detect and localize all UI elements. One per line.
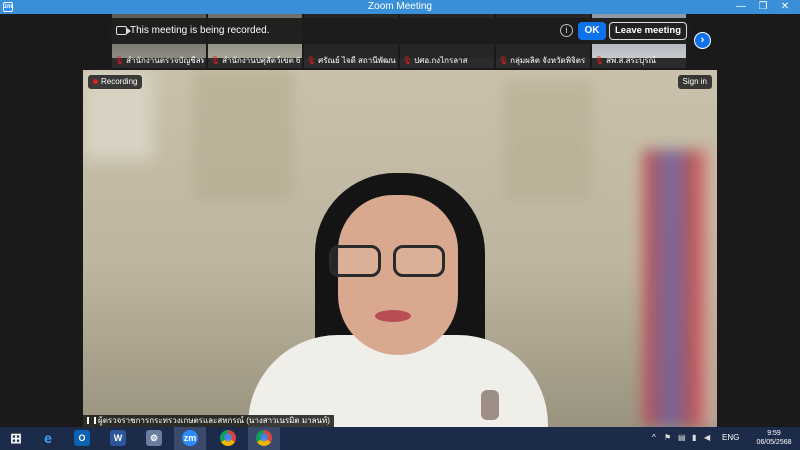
participant-name: กลุ่มผลิต จังหวัดพิจิตร [510, 56, 586, 65]
participant-name: ปศอ.กงไกรลาส [414, 56, 468, 65]
info-icon[interactable]: i [560, 24, 573, 37]
sign-in-button[interactable]: Sign in [677, 75, 712, 89]
mic-muted-icon: 🎙 [210, 56, 221, 65]
restore-button[interactable]: ❐ [752, 0, 774, 14]
start-button[interactable]: ⊞ [0, 427, 32, 450]
participant-name: ศรัณย์ ไจดี สถานีพัฒนา... [318, 56, 396, 65]
wifi-icon[interactable]: ▮ [692, 433, 696, 442]
outlook-icon: O [74, 430, 90, 446]
mic-muted-icon: 🎙 [594, 56, 605, 65]
mic-muted-icon: 🎙 [498, 56, 509, 65]
zoom-icon: zm [182, 430, 198, 446]
close-button[interactable]: ✕ [774, 0, 796, 14]
internet-explorer-icon: e [44, 430, 52, 446]
speaker-name-label: ผู้ตรวจราชการกระทรวงเกษตรและสหกรณ์ (นางส… [83, 415, 334, 427]
word-icon: W [110, 430, 126, 446]
recording-notice-banner: This meeting is being recorded. i OK Lea… [108, 18, 692, 44]
control-panel-icon: ⚙ [146, 430, 162, 446]
recording-notice-text: This meeting is being recorded. [130, 25, 270, 36]
clock-time: 9:59 [767, 430, 781, 437]
mic-muted-icon: 🎙 [114, 56, 125, 65]
window-titlebar: zm Zoom Meeting — ❐ ✕ [0, 0, 800, 14]
clock-date: 06/05/2568 [756, 439, 792, 446]
network-icon[interactable]: ▤ [678, 433, 686, 442]
taskbar-app-chrome-2[interactable]: ◉ [248, 427, 280, 450]
show-hidden-icons-icon[interactable]: ^ [652, 433, 656, 442]
chrome-icon: ◉ [256, 430, 272, 446]
window-title: Zoom Meeting [368, 1, 432, 12]
gallery-next-arrow-icon[interactable]: › [694, 32, 711, 49]
minimize-button[interactable]: — [730, 0, 752, 14]
volume-icon[interactable]: ◀ [704, 433, 710, 442]
taskbar-app-control-panel[interactable]: ⚙ [138, 427, 170, 450]
participant-name: สำนักงานปศุสัตว์เขต 6 [222, 56, 300, 65]
taskbar-app-internet-explorer[interactable]: e [32, 427, 64, 450]
taskbar-app-outlook[interactable]: O [66, 427, 98, 450]
participant-name: สำนักงานตรวจบัญชีสห... [126, 56, 204, 65]
system-tray: ^ ⚑ ▤ ▮ ◀ ENG 9:59 06/05/2568 [640, 427, 800, 450]
mic-muted-icon: 🎙 [306, 56, 317, 65]
windows-logo-icon: ⊞ [10, 430, 22, 446]
taskbar-app-word[interactable]: W [102, 427, 134, 450]
windows-taskbar: ⊞ e O W ⚙ zm ◉ ◉ ^ ⚑ ▤ ▮ ◀ ENG 9:59 06/0… [0, 427, 800, 450]
audio-level-icon [87, 417, 96, 424]
taskbar-app-chrome[interactable]: ◉ [212, 427, 244, 450]
participant-name: สพ.ส.สระบุรณ์ [606, 56, 656, 65]
recording-camera-icon [116, 26, 131, 35]
recording-indicator[interactable]: Recording [88, 75, 143, 89]
chrome-icon: ◉ [220, 430, 236, 446]
taskbar-clock[interactable]: 9:59 06/05/2568 [754, 429, 794, 447]
language-indicator[interactable]: ENG [722, 433, 739, 442]
taskbar-app-zoom[interactable]: zm [174, 427, 206, 450]
ok-button[interactable]: OK [578, 22, 606, 40]
recording-dot-icon [93, 79, 98, 84]
active-speaker-video: Recording Sign in ผู้ตรวจราชการกระทรวงเก… [83, 70, 717, 427]
leave-meeting-button[interactable]: Leave meeting [609, 22, 687, 40]
mic-muted-icon: 🎙 [402, 56, 413, 65]
flag-icon[interactable]: ⚑ [664, 433, 671, 442]
